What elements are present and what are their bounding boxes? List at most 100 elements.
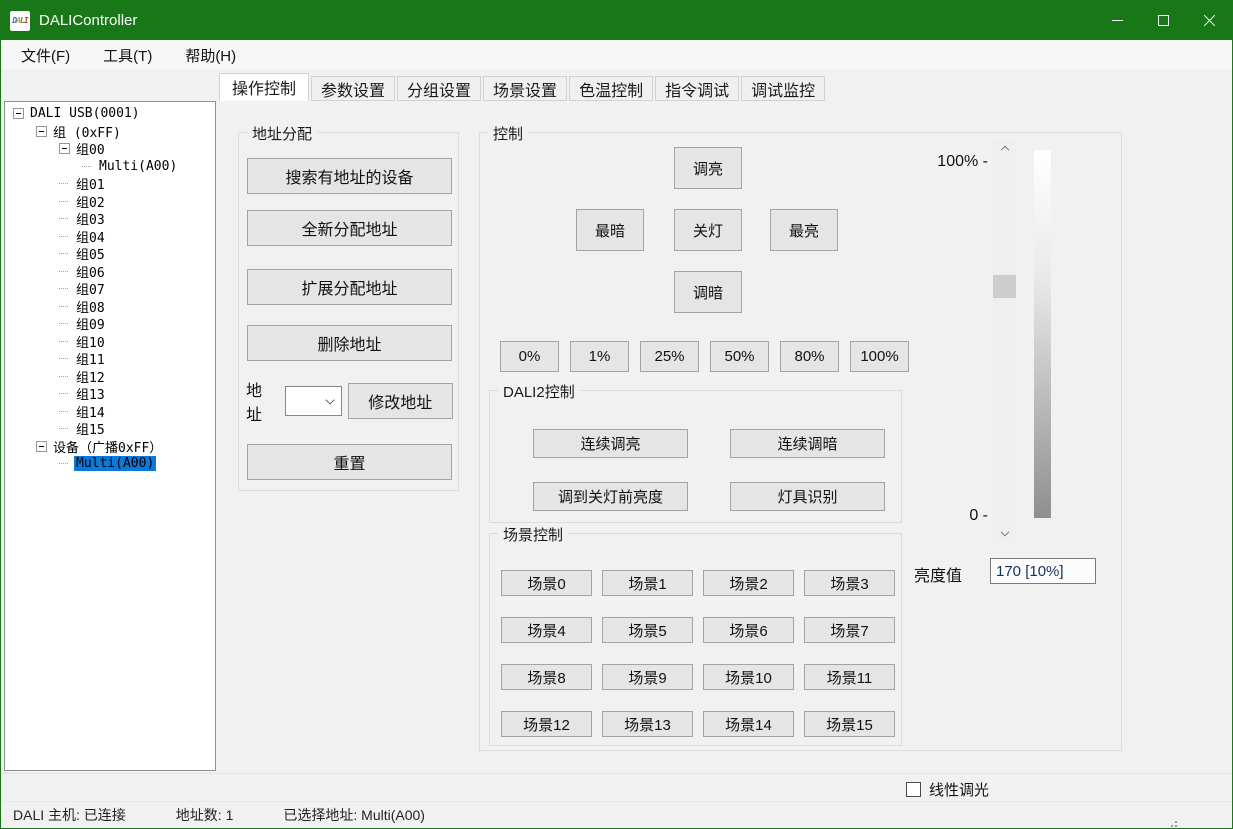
- tree-item[interactable]: 组13: [5, 385, 215, 403]
- scene-button[interactable]: 场景9: [602, 664, 693, 690]
- tree-expander-icon[interactable]: [59, 201, 70, 202]
- tree-item[interactable]: 组15: [5, 420, 215, 438]
- delete-address-button[interactable]: 删除地址: [247, 325, 452, 361]
- dimmest-button[interactable]: 最暗: [576, 209, 644, 251]
- tree-item[interactable]: 组06: [5, 263, 215, 281]
- brightest-button[interactable]: 最亮: [770, 209, 838, 251]
- tree-item[interactable]: 组02: [5, 193, 215, 211]
- tree-expander-icon[interactable]: [59, 376, 70, 377]
- percent-button[interactable]: 0%: [500, 341, 559, 372]
- percent-button[interactable]: 100%: [850, 341, 909, 372]
- tree-item[interactable]: 组00: [5, 140, 215, 158]
- scene-button[interactable]: 场景1: [602, 570, 693, 596]
- tree-expander-icon[interactable]: [59, 393, 70, 394]
- dali2-button[interactable]: 调到关灯前亮度: [533, 482, 688, 511]
- tree-expander-icon[interactable]: [36, 126, 47, 137]
- tree-item[interactable]: 组 (0xFF): [5, 123, 215, 141]
- tree-expander-icon[interactable]: [59, 428, 70, 429]
- tree-expander-icon[interactable]: [36, 441, 47, 452]
- percent-button[interactable]: 50%: [710, 341, 769, 372]
- tree-item[interactable]: 组08: [5, 298, 215, 316]
- minimize-button[interactable]: [1094, 1, 1140, 40]
- dim-button[interactable]: 调暗: [674, 271, 742, 313]
- scene-button[interactable]: 场景8: [501, 664, 592, 690]
- tab[interactable]: 操作控制: [219, 73, 309, 101]
- tree-expander-icon[interactable]: [59, 236, 70, 237]
- tree-expander-icon[interactable]: [13, 108, 24, 119]
- scene-button[interactable]: 场景6: [703, 617, 794, 643]
- scrollbar-thumb[interactable]: [993, 275, 1016, 298]
- tree-item[interactable]: 组04: [5, 228, 215, 246]
- tree-expander-icon[interactable]: [59, 253, 70, 254]
- tree-item[interactable]: 组07: [5, 280, 215, 298]
- tree-expander-icon[interactable]: [59, 288, 70, 289]
- tree-item[interactable]: DALI USB(0001): [5, 105, 215, 123]
- scene-button[interactable]: 场景3: [804, 570, 895, 596]
- tree-expander-icon[interactable]: [59, 271, 70, 272]
- tree-item[interactable]: Multi(A00): [5, 455, 215, 473]
- scene-button[interactable]: 场景7: [804, 617, 895, 643]
- tree-expander-icon[interactable]: [59, 143, 70, 154]
- tab[interactable]: 场景设置: [483, 76, 567, 101]
- tree-expander-icon[interactable]: [59, 323, 70, 324]
- maximize-button[interactable]: [1140, 1, 1186, 40]
- tree-item[interactable]: 组12: [5, 368, 215, 386]
- percent-button[interactable]: 80%: [780, 341, 839, 372]
- scene-button[interactable]: 场景0: [501, 570, 592, 596]
- brighten-button[interactable]: 调亮: [674, 147, 742, 189]
- linear-dimming-option[interactable]: 线性调光: [906, 779, 989, 800]
- scene-button[interactable]: 场景13: [602, 711, 693, 737]
- menu-item[interactable]: 帮助(H): [173, 41, 248, 70]
- tree-expander-icon[interactable]: [59, 218, 70, 219]
- dali2-button[interactable]: 连续调暗: [730, 429, 885, 458]
- tree-expander-icon[interactable]: [59, 463, 70, 464]
- tree-expander-icon[interactable]: [82, 166, 93, 167]
- scene-button[interactable]: 场景10: [703, 664, 794, 690]
- scrollbar-up-button[interactable]: [993, 139, 1016, 156]
- tree-item[interactable]: 组14: [5, 403, 215, 421]
- tree-item[interactable]: 组01: [5, 175, 215, 193]
- tree-expander-icon[interactable]: [59, 306, 70, 307]
- scene-button[interactable]: 场景5: [602, 617, 693, 643]
- brightness-scrollbar[interactable]: [993, 139, 1016, 542]
- dali2-button[interactable]: 灯具识别: [730, 482, 885, 511]
- tab[interactable]: 分组设置: [397, 76, 481, 101]
- scene-button[interactable]: 场景14: [703, 711, 794, 737]
- extend-assign-address-button[interactable]: 扩展分配地址: [247, 269, 452, 305]
- percent-button[interactable]: 25%: [640, 341, 699, 372]
- tree-item[interactable]: 组03: [5, 210, 215, 228]
- linear-dimming-checkbox[interactable]: [906, 782, 921, 797]
- menu-item[interactable]: 文件(F): [9, 41, 82, 70]
- tree-item[interactable]: 组10: [5, 333, 215, 351]
- menu-item[interactable]: 工具(T): [91, 41, 164, 70]
- scene-button[interactable]: 场景11: [804, 664, 895, 690]
- tab[interactable]: 指令调试: [655, 76, 739, 101]
- scene-button[interactable]: 场景4: [501, 617, 592, 643]
- tree-expander-icon[interactable]: [59, 341, 70, 342]
- tree-item[interactable]: 组09: [5, 315, 215, 333]
- address-combobox[interactable]: [285, 386, 342, 416]
- search-addressed-devices-button[interactable]: 搜索有地址的设备: [247, 158, 452, 194]
- tree-expander-icon[interactable]: [59, 358, 70, 359]
- close-button[interactable]: [1186, 1, 1232, 40]
- scene-button[interactable]: 场景15: [804, 711, 895, 737]
- modify-address-button[interactable]: 修改地址: [348, 383, 453, 419]
- resize-grip[interactable]: [1175, 821, 1177, 823]
- assign-new-address-button[interactable]: 全新分配地址: [247, 210, 452, 246]
- dali2-button[interactable]: 连续调亮: [533, 429, 688, 458]
- scrollbar-down-button[interactable]: [993, 525, 1016, 542]
- scene-button[interactable]: 场景12: [501, 711, 592, 737]
- tab[interactable]: 参数设置: [311, 76, 395, 101]
- light-off-button[interactable]: 关灯: [674, 209, 742, 251]
- tab[interactable]: 色温控制: [569, 76, 653, 101]
- tree-item[interactable]: Multi(A00): [5, 158, 215, 176]
- brightness-value-field[interactable]: [990, 558, 1096, 584]
- scene-button[interactable]: 场景2: [703, 570, 794, 596]
- tree-item[interactable]: 组05: [5, 245, 215, 263]
- tree-expander-icon[interactable]: [59, 183, 70, 184]
- tree-expander-icon[interactable]: [59, 411, 70, 412]
- tab[interactable]: 调试监控: [741, 76, 825, 101]
- reset-button[interactable]: 重置: [247, 444, 452, 480]
- percent-button[interactable]: 1%: [570, 341, 629, 372]
- tree-item[interactable]: 设备（广播0xFF）: [5, 438, 215, 456]
